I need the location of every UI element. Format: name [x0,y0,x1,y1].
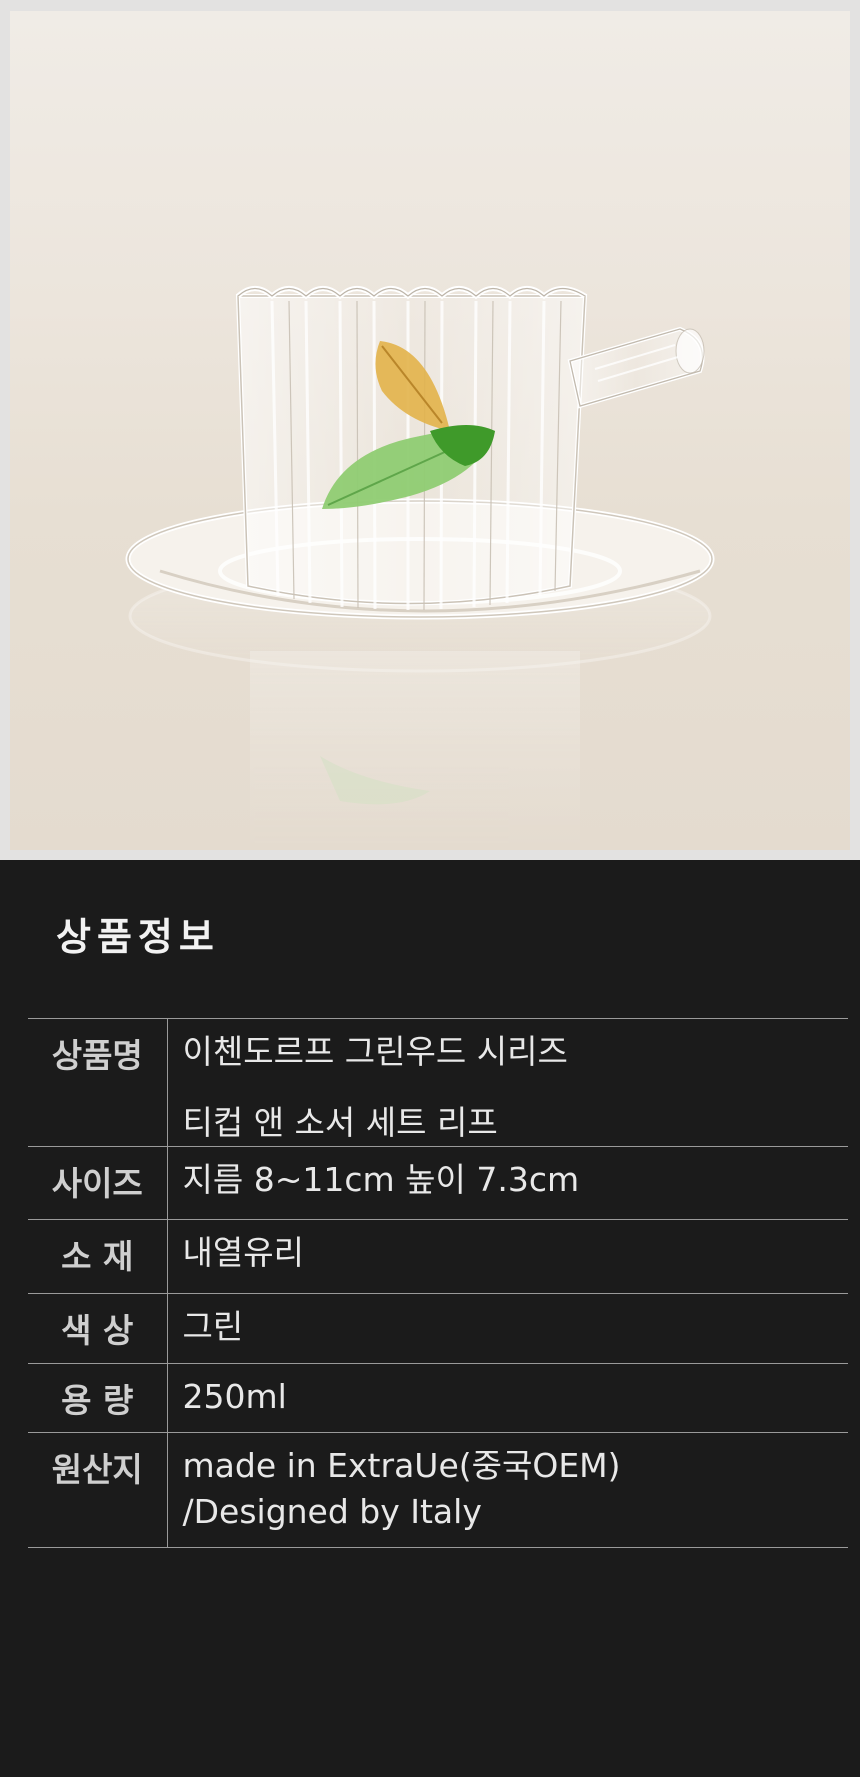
product-photo [10,11,850,850]
spec-value-line: 티컵 앤 소서 세트 리프 [182,1103,498,1142]
product-info-section: 상품정보 상품명 이첸도르프 그린우드 시리즈 티컵 앤 소서 세트 리프 사이… [0,860,860,1777]
handle [567,326,705,409]
spec-label: 사이즈 [28,1146,168,1220]
glass-teacup-illustration [125,286,715,850]
spec-value: 지름 8~11cm 높이 7.3cm [182,1160,580,1199]
spec-table: 상품명 이첸도르프 그린우드 시리즈 티컵 앤 소서 세트 리프 사이즈 지름 … [28,1018,848,1548]
spec-label: 원산지 [28,1432,168,1548]
spec-value: made in ExtraUe(중국OEM) /Designed by Ital… [167,1433,848,1548]
spec-row-color: 색 상 그린 [28,1293,848,1364]
spec-label: 용 량 [28,1363,168,1433]
spec-value: 그린 [182,1307,244,1346]
spec-value-line: 이첸도르프 그린우드 시리즈 [182,1032,568,1071]
spec-row-capacity: 용 량 250ml [28,1363,848,1433]
spec-value: 250ml [182,1377,287,1416]
spec-row-origin: 원산지 made in ExtraUe(중국OEM) /Designed by … [28,1432,848,1548]
spec-row-material: 소 재 내열유리 [28,1219,848,1294]
spec-value: 내열유리 [182,1233,304,1272]
spec-label: 상품명 [28,1018,168,1147]
spec-value-line: /Designed by Italy [182,1492,482,1531]
spec-value: 이첸도르프 그린우드 시리즈 티컵 앤 소서 세트 리프 [167,1019,848,1147]
spec-label: 소 재 [28,1219,168,1294]
spec-label: 색 상 [28,1293,168,1364]
spec-row-product-name: 상품명 이첸도르프 그린우드 시리즈 티컵 앤 소서 세트 리프 [28,1018,848,1147]
spec-value-line: made in ExtraUe(중국OEM) [182,1446,621,1485]
product-photo-frame [0,0,860,860]
section-title: 상품정보 [56,915,220,959]
spec-row-size: 사이즈 지름 8~11cm 높이 7.3cm [28,1146,848,1220]
